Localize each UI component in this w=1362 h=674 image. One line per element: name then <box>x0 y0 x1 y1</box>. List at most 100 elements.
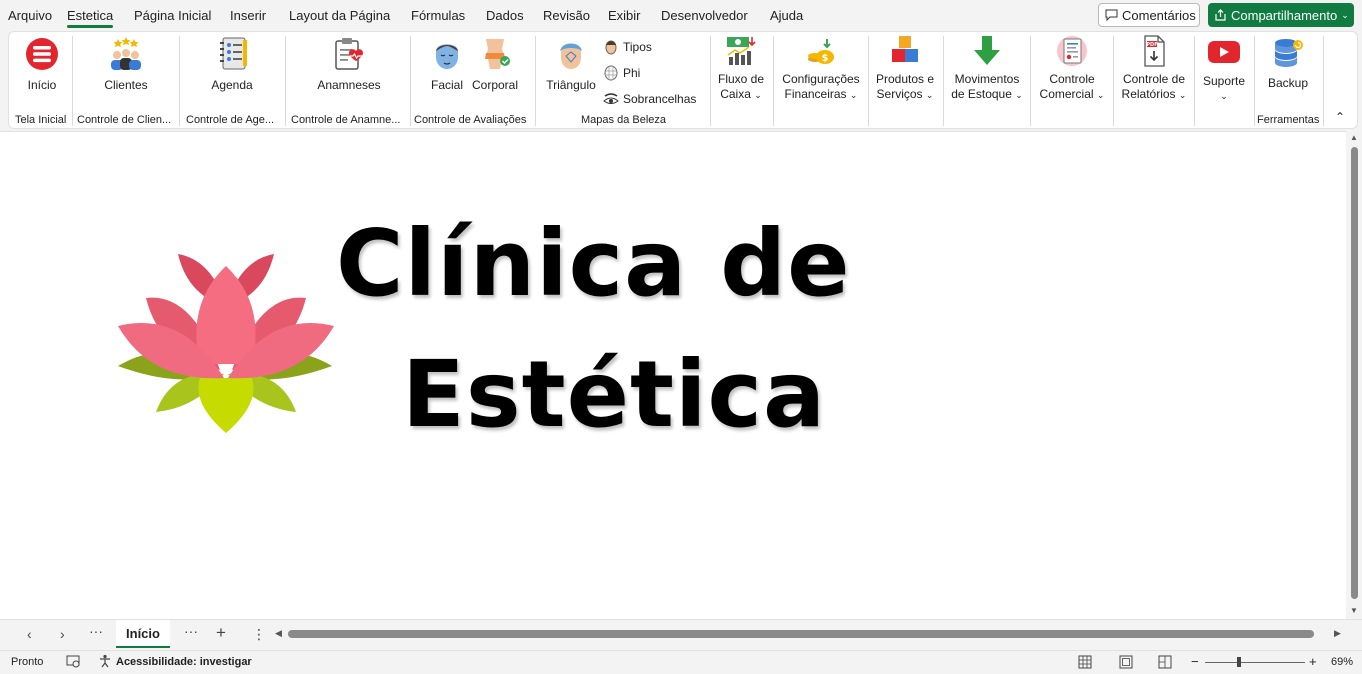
face-outline-icon <box>605 40 617 55</box>
produtos-servicos-button[interactable]: Produtos e Serviços ⌄ <box>873 35 937 103</box>
options-vertical-icon[interactable]: ⋮ <box>252 626 266 643</box>
agenda-icon <box>220 37 247 70</box>
svg-text:PDF: PDF <box>1146 42 1157 48</box>
next-sheet-icon[interactable]: › <box>60 626 65 642</box>
fluxo-caixa-button[interactable]: Fluxo de Caixa ⌄ <box>715 35 767 103</box>
comments-button[interactable]: Comentários <box>1098 3 1200 27</box>
macro-record-icon[interactable] <box>66 655 80 668</box>
zoom-slider-thumb[interactable] <box>1237 657 1241 667</box>
page-break-view-icon[interactable] <box>1158 655 1172 669</box>
worksheet[interactable]: Clínica de Estética <box>0 131 1346 619</box>
sobrancelhas-label: Sobrancelhas <box>623 92 697 106</box>
tipos-button[interactable]: Tipos <box>603 39 652 55</box>
menu-tab-desenvolvedor[interactable]: Desenvolvedor <box>661 8 748 23</box>
clientes-button[interactable]: Clientes <box>97 37 155 93</box>
video-play-icon <box>1208 41 1240 63</box>
more-sheets-icon[interactable]: ··· <box>89 623 103 639</box>
head-triangle-icon <box>560 43 582 69</box>
menu-tab-estetica[interactable]: Estetica <box>67 8 114 28</box>
more-sheets-right-icon[interactable]: ··· <box>184 623 198 639</box>
ribbon-divider <box>943 36 944 126</box>
group-controle-agenda: Controle de Age... <box>186 114 275 126</box>
vertical-scrollbar[interactable]: ▲ ▼ <box>1346 131 1362 619</box>
sheet-tabs-bar: ‹ › ··· Início ··· + ⋮ ◀ ▶ <box>0 619 1362 650</box>
scroll-up-icon[interactable]: ▲ <box>1350 133 1358 142</box>
zoom-slider[interactable] <box>1205 662 1305 663</box>
config-label-2: Financeiras <box>784 87 847 101</box>
face-mask-icon <box>436 44 458 69</box>
relatorios-label-1: Controle de <box>1122 72 1186 86</box>
pdf-document-icon: PDF <box>1144 35 1165 67</box>
group-mapas-beleza: Mapas da Beleza <box>581 114 666 126</box>
title-line-1: Clínica de <box>336 210 851 317</box>
corporal-label: Corporal <box>471 78 519 92</box>
facial-button[interactable]: Facial <box>427 37 467 93</box>
previous-sheet-icon[interactable]: ‹ <box>27 626 32 642</box>
inicio-button[interactable]: Início <box>19 37 65 93</box>
backup-button[interactable]: Backup <box>1261 37 1315 91</box>
ribbon-divider <box>1194 36 1195 126</box>
scroll-down-icon[interactable]: ▼ <box>1350 606 1358 615</box>
menu-tab-pagina-inicial[interactable]: Página Inicial <box>134 8 211 23</box>
movimentos-estoque-button[interactable]: Movimentos de Estoque ⌄ <box>949 35 1025 103</box>
corporal-button[interactable]: Corporal <box>469 37 521 93</box>
body-icon <box>485 39 510 69</box>
phi-label: Phi <box>623 66 641 80</box>
ribbon-divider <box>535 36 536 126</box>
fluxo-label-1: Fluxo de <box>717 72 765 86</box>
commercial-document-icon <box>1057 36 1087 66</box>
database-backup-icon <box>1275 39 1303 67</box>
triangulo-button[interactable]: Triângulo <box>543 37 599 93</box>
menu-tab-inserir[interactable]: Inserir <box>230 8 266 23</box>
zoom-out-icon[interactable]: − <box>1191 654 1199 669</box>
scroll-right-icon[interactable]: ▶ <box>1334 628 1341 639</box>
menu-tab-exibir[interactable]: Exibir <box>608 8 641 23</box>
add-sheet-icon[interactable]: + <box>216 623 226 643</box>
config-label-1: Configurações <box>782 72 860 86</box>
zoom-in-icon[interactable]: + <box>1309 654 1317 669</box>
ribbon-divider <box>1323 36 1324 126</box>
zoom-level[interactable]: 69% <box>1331 656 1353 668</box>
movimentos-label-1: Movimentos <box>954 72 1020 86</box>
normal-view-icon[interactable] <box>1078 655 1092 669</box>
vertical-scroll-thumb[interactable] <box>1351 147 1358 599</box>
ribbon-divider <box>1113 36 1114 126</box>
status-ready: Pronto <box>11 656 44 668</box>
group-ferramentas: Ferramentas <box>1257 114 1320 126</box>
suporte-button[interactable]: Suporte ⌄ <box>1199 37 1249 104</box>
menu-tab-formulas[interactable]: Fórmulas <box>411 8 465 23</box>
collapse-ribbon-icon[interactable]: ⌃ <box>1335 110 1345 124</box>
group-tela-inicial: Tela Inicial <box>15 114 67 126</box>
comment-icon <box>1105 9 1118 21</box>
config-financeiras-button[interactable]: $ Configurações Financeiras ⌄ <box>779 35 863 103</box>
menu-tab-ajuda[interactable]: Ajuda <box>770 8 803 23</box>
phi-button[interactable]: Phi <box>603 65 640 81</box>
tipos-label: Tipos <box>623 40 652 54</box>
chevron-down-icon: ⌄ <box>754 90 762 100</box>
comercial-label-2: Comercial <box>1039 87 1094 101</box>
menu-tab-arquivo[interactable]: Arquivo <box>8 8 52 23</box>
scroll-left-icon[interactable]: ◀ <box>275 628 282 639</box>
sobrancelhas-button[interactable]: Sobrancelhas <box>603 91 696 107</box>
ribbon-divider <box>868 36 869 126</box>
accessibility-icon[interactable] <box>98 654 112 668</box>
relatorios-label-2: Relatórios <box>1121 87 1176 101</box>
status-bar: Pronto Acessibilidade: investigar − + 69… <box>0 650 1362 674</box>
facial-label: Facial <box>430 78 463 92</box>
menu-tab-revisao[interactable]: Revisão <box>543 8 590 23</box>
chevron-down-icon: ⌄ <box>1220 91 1228 101</box>
accessibility-status[interactable]: Acessibilidade: investigar <box>116 656 252 668</box>
sheet-tab-inicio[interactable]: Início <box>116 620 170 648</box>
chevron-down-icon: ⌄ <box>1096 90 1105 100</box>
controle-comercial-button[interactable]: Controle Comercial ⌄ <box>1035 35 1109 103</box>
controle-relatorios-button[interactable]: PDF Controle de Relatórios ⌄ <box>1117 35 1191 103</box>
horizontal-scroll-thumb[interactable] <box>288 630 1314 638</box>
menu-tab-dados[interactable]: Dados <box>486 8 524 23</box>
agenda-button[interactable]: Agenda <box>205 37 259 93</box>
menu-tab-layout[interactable]: Layout da Página <box>289 8 390 23</box>
anamneses-button[interactable]: Anamneses <box>315 37 383 93</box>
page-layout-view-icon[interactable] <box>1119 655 1133 669</box>
suporte-label: Suporte <box>1202 74 1246 88</box>
ribbon-divider <box>1254 36 1255 126</box>
share-button[interactable]: Compartilhamento ⌄ <box>1208 3 1354 27</box>
